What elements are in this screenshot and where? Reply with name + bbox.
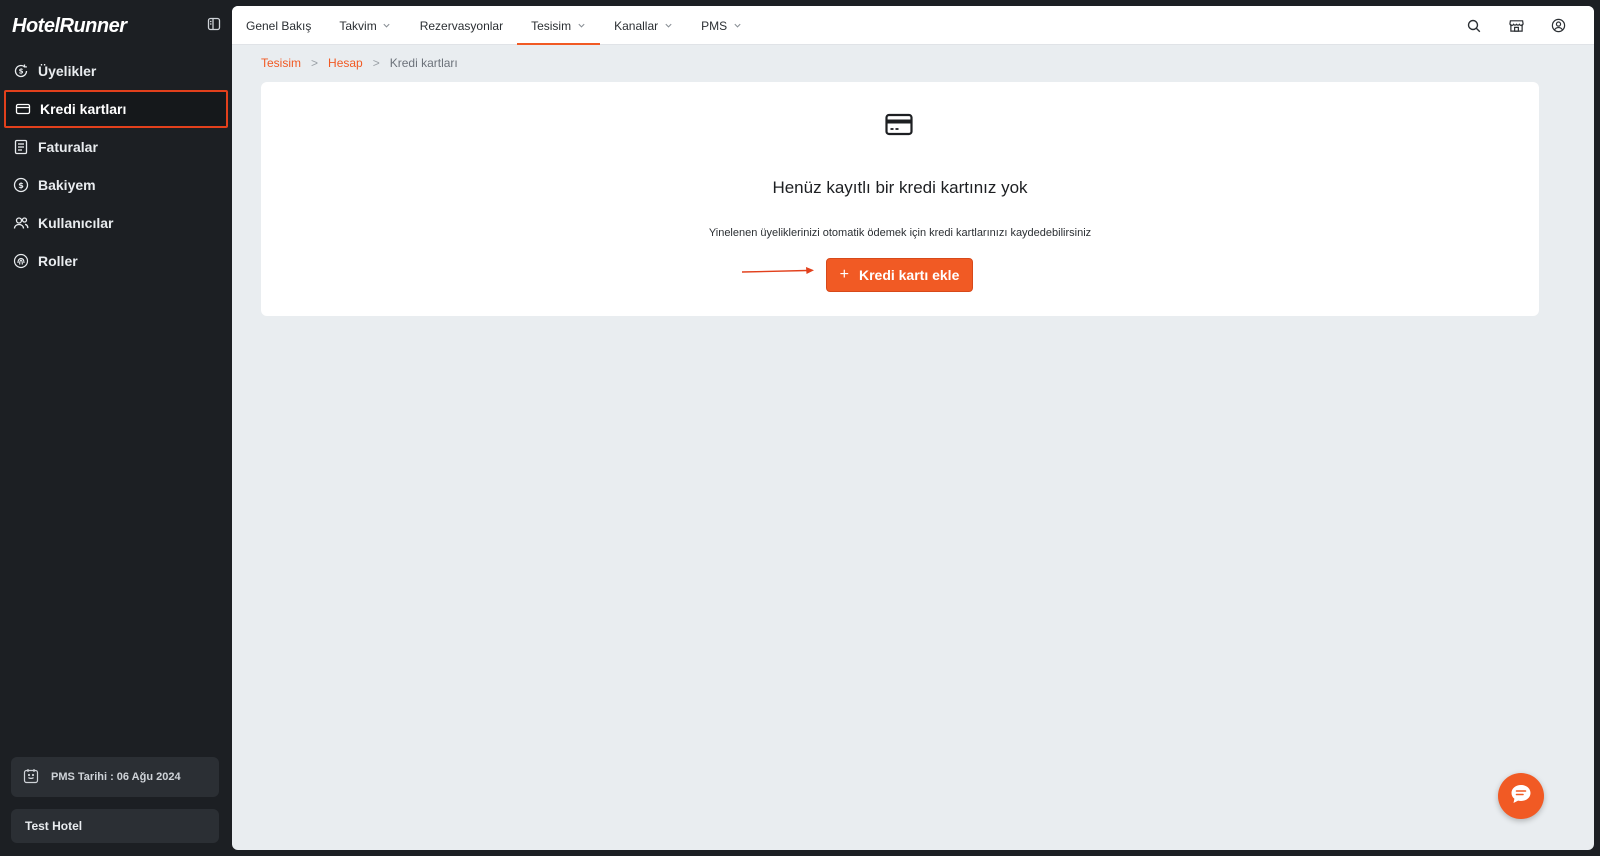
sidebar-item-label: Faturalar <box>38 139 98 155</box>
brand-logo[interactable]: HotelRunner <box>12 14 127 38</box>
dollar-refresh-icon: $ <box>12 62 30 80</box>
chevron-down-icon <box>732 21 742 31</box>
sidebar-item-faturalar[interactable]: Faturalar <box>4 128 228 166</box>
users-icon <box>12 214 30 232</box>
breadcrumb-tesisim[interactable]: Tesisim <box>261 56 301 70</box>
fingerprint-icon <box>12 252 30 270</box>
user-profile-icon[interactable] <box>1550 18 1566 34</box>
main-panel: Genel Bakış Takvim Rezervasyonlar Tesisi… <box>232 6 1594 850</box>
sidebar-item-label: Bakiyem <box>38 177 96 193</box>
sidebar-item-label: Roller <box>38 253 78 269</box>
tab-tesisim[interactable]: Tesisim <box>517 6 601 45</box>
credit-card-icon <box>883 112 915 138</box>
chevron-down-icon <box>663 21 673 31</box>
svg-text:$: $ <box>18 181 24 190</box>
top-tabs: Genel Bakış Takvim Rezervasyonlar Tesisi… <box>232 6 756 45</box>
breadcrumb-hesap[interactable]: Hesap <box>328 56 363 70</box>
sidebar-nav: $ Üyelikler Kredi kartları Faturalar $ B… <box>0 52 232 280</box>
tab-pms[interactable]: PMS <box>687 6 756 45</box>
annotation-arrow-icon <box>741 267 814 274</box>
tab-rezervasyonlar[interactable]: Rezervasyonlar <box>406 6 517 45</box>
add-credit-card-label: Kredi kartı ekle <box>858 267 960 283</box>
empty-state-card: Henüz kayıtlı bir kredi kartınız yok Yin… <box>261 82 1539 316</box>
sidebar-item-label: Kredi kartları <box>40 101 127 117</box>
svg-text:$: $ <box>19 68 24 76</box>
empty-state-description: Yinelenen üyeliklerinizi otomatik ödemek… <box>708 227 1092 239</box>
sidebar-item-kullanicilar[interactable]: Kullanıcılar <box>4 204 228 242</box>
tab-label: Genel Bakış <box>246 18 312 33</box>
calendar-icon <box>23 768 39 787</box>
sidebar-item-roller[interactable]: Roller <box>4 242 228 280</box>
chevron-down-icon <box>382 21 392 31</box>
chat-support-button[interactable] <box>1498 773 1544 819</box>
chat-bubble-icon <box>1509 783 1533 810</box>
hotel-selector[interactable]: Test Hotel <box>11 809 219 843</box>
tab-genel-bakis[interactable]: Genel Bakış <box>232 6 325 45</box>
tab-label: Tesisim <box>531 18 572 33</box>
sidebar-item-label: Kullanıcılar <box>38 215 114 231</box>
top-navigation-bar: Genel Bakış Takvim Rezervasyonlar Tesisi… <box>232 6 1594 45</box>
sidebar-toggle-icon[interactable] <box>206 16 222 32</box>
breadcrumb-current: Kredi kartları <box>389 56 458 70</box>
pms-date-text: PMS Tarihi : 06 Ağu 2024 <box>51 771 181 783</box>
search-icon[interactable] <box>1466 18 1482 34</box>
invoice-icon <box>12 138 30 156</box>
breadcrumb: Tesisim > Hesap > Kredi kartları <box>261 56 458 70</box>
tab-takvim[interactable]: Takvim <box>325 6 405 45</box>
plus-icon: + <box>839 266 849 283</box>
dollar-circle-icon: $ <box>12 176 30 194</box>
sidebar-item-uyelikler[interactable]: $ Üyelikler <box>4 52 228 90</box>
empty-state-title: Henüz kayıtlı bir kredi kartınız yok <box>772 178 1028 197</box>
sidebar-item-bakiyem[interactable]: $ Bakiyem <box>4 166 228 204</box>
tab-kanallar[interactable]: Kanallar <box>600 6 687 45</box>
tab-label: PMS <box>701 18 728 33</box>
breadcrumb-separator: > <box>311 56 319 70</box>
sidebar-item-label: Üyelikler <box>38 63 97 79</box>
top-right-actions <box>1466 6 1566 45</box>
breadcrumb-separator: > <box>372 56 380 70</box>
tab-label: Kanallar <box>614 18 659 33</box>
pms-date-box: PMS Tarihi : 06 Ağu 2024 <box>11 757 219 797</box>
add-credit-card-button[interactable]: + Kredi kartı ekle <box>826 258 973 292</box>
store-icon[interactable] <box>1508 18 1524 34</box>
sidebar: HotelRunner $ Üyelikler Kredi kartları F… <box>0 0 232 856</box>
sidebar-item-kredi-kartlari[interactable]: Kredi kartları <box>4 90 228 128</box>
tab-label: Takvim <box>339 18 377 33</box>
credit-card-icon <box>14 100 32 118</box>
chevron-down-icon <box>576 21 586 31</box>
tab-label: Rezervasyonlar <box>419 18 504 33</box>
